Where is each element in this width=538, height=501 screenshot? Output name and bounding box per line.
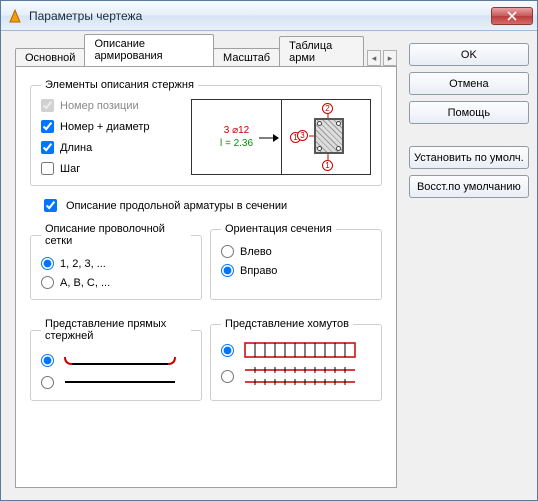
radio-stirrup-style1[interactable] [221,344,234,357]
checkbox-length-label: Длина [60,142,92,154]
dialog-body: Основной Описание армирования Масштаб Та… [1,31,537,500]
checkbox-position [41,99,54,112]
radio-orient-left[interactable] [221,245,234,258]
close-button[interactable] [491,7,533,25]
radio-stirrup-style2[interactable] [221,370,234,383]
preview-text-diam: 3 ⌀12 [224,125,249,136]
tab-scroll-nav: ◂ ▸ [367,50,397,66]
checkbox-step[interactable] [41,162,54,175]
tab-main[interactable]: Основной [15,48,85,67]
window-title: Параметры чертежа [29,9,491,23]
bar-preview: 3 ⌀12 l = 2.36 1 2 3 [191,99,371,175]
checkbox-length[interactable] [41,141,54,154]
tab-area: Основной Описание армирования Масштаб Та… [15,43,397,488]
radio-mesh-alpha[interactable] [41,276,54,289]
straight-plain-icon [60,374,180,390]
group-stirrup-rep: Представление хомутов [210,318,382,401]
group-straight-legend: Представление прямых стержней [41,318,191,342]
radio-straight-hooks[interactable] [41,354,54,367]
tab-scroll-left[interactable]: ◂ [367,50,381,66]
checkbox-position-label: Номер позиции [60,100,139,112]
group-section-orientation: Ориентация сечения Влево Вправо [210,223,382,300]
radio-orient-left-label: Влево [240,246,272,258]
tab-scroll-right[interactable]: ▸ [383,50,397,66]
radio-mesh-numeric-label: 1, 2, 3, ... [60,258,106,270]
bar-preview-left: 3 ⌀12 l = 2.36 [192,100,282,174]
tab-scale[interactable]: Масштаб [213,48,280,67]
arrow-icon [259,132,279,144]
ok-button[interactable]: OK [409,43,529,66]
radio-mesh-numeric[interactable] [41,257,54,270]
bar-preview-right: 1 2 3 1 [282,100,370,174]
group-bar-elements: Элементы описания стержня Номер позиции … [30,79,382,186]
group-stirrup-legend: Представление хомутов [221,318,353,330]
radio-straight-plain[interactable] [41,376,54,389]
restore-default-button[interactable]: Восст.по умолчанию [409,175,529,198]
dialog-window: Параметры чертежа Основной Описание арми… [0,0,538,501]
radio-orient-right-label: Вправо [240,265,277,277]
preview-rebar-dot [336,146,341,151]
checkbox-longitudinal-label: Описание продольной арматуры в сечении [66,200,287,212]
set-default-button[interactable]: Установить по умолч. [409,146,529,169]
checkbox-longitudinal[interactable] [44,199,57,212]
group-straight-rep: Представление прямых стержней [30,318,202,401]
stirrup-style1-icon [240,340,360,360]
group-bar-elements-legend: Элементы описания стержня [41,79,198,91]
checkbox-number-diameter[interactable] [41,120,54,133]
preview-text-length: l = 2.36 [220,138,253,149]
group-orient-legend: Ориентация сечения [221,223,336,235]
tab-reinforcement-description[interactable]: Описание армирования [84,34,214,66]
preview-section-rect [314,118,344,154]
group-mesh-description: Описание проволочной сетки 1, 2, 3, ... … [30,223,202,300]
tab-reinforcement-table[interactable]: Таблица арми [279,36,364,67]
checkbox-step-label: Шаг [60,163,80,175]
group-mesh-legend: Описание проволочной сетки [41,223,191,247]
help-button[interactable]: Помощь [409,101,529,124]
preview-rebar-dot [336,121,341,126]
app-icon [7,8,23,24]
titlebar: Параметры чертежа [1,1,537,31]
checkbox-number-diameter-label: Номер + диаметр [60,121,150,133]
close-icon [507,11,517,21]
radio-orient-right[interactable] [221,264,234,277]
preview-rebar-dot [317,121,322,126]
tab-strip: Основной Описание армирования Масштаб Та… [15,43,397,66]
button-column: OK Отмена Помощь Установить по умолч. Во… [409,43,529,488]
straight-hooks-icon [60,352,180,368]
cancel-button[interactable]: Отмена [409,72,529,95]
radio-mesh-alpha-label: A, B, C, ... [60,277,110,289]
preview-rebar-dot [317,146,322,151]
tab-pane: Элементы описания стержня Номер позиции … [15,66,397,488]
stirrup-style2-icon [240,366,360,386]
